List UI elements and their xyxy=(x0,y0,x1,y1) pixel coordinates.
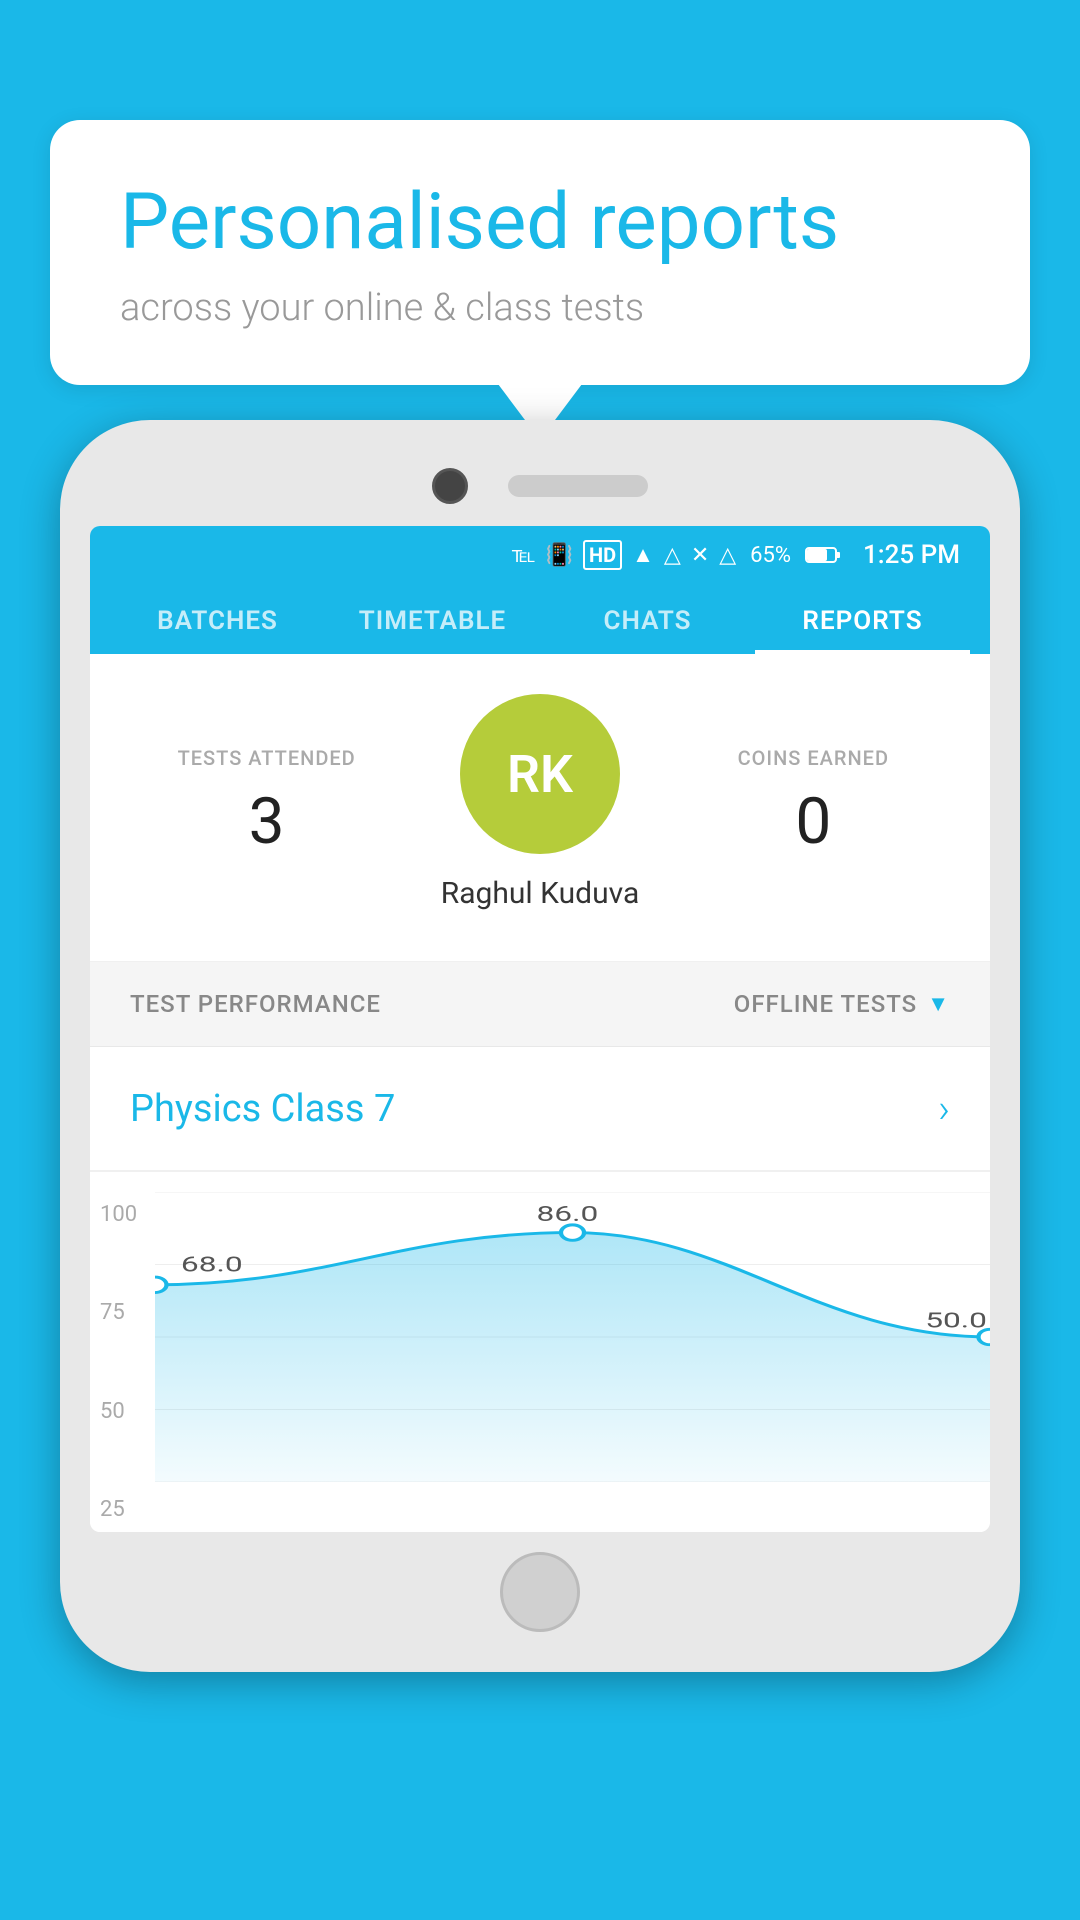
battery-percent: 65% xyxy=(750,543,791,568)
chart-inner: 100 75 50 25 xyxy=(90,1192,990,1532)
bubble-subtitle: across your online & class tests xyxy=(120,286,960,330)
tests-attended-block: TESTS ATTENDED 3 xyxy=(130,746,403,859)
hd-icon: HD xyxy=(583,540,622,570)
avatar: RK xyxy=(460,694,620,854)
signal2-icon: △ xyxy=(719,543,736,568)
data-label-2: 86.0 xyxy=(537,1201,599,1226)
bluetooth-icon: ℡ xyxy=(512,543,536,568)
tab-timetable[interactable]: TIMETABLE xyxy=(325,584,540,654)
avatar-initials: RK xyxy=(507,744,573,805)
phone-outer: ℡ 📳 HD ▲ △ ✕ △ 65% 1:25 PM BATCHE xyxy=(60,420,1020,1672)
tab-batches[interactable]: BATCHES xyxy=(110,584,325,654)
vibrate-icon: 📳 xyxy=(546,543,573,568)
phone-bottom-bar xyxy=(90,1532,990,1642)
status-bar: ℡ 📳 HD ▲ △ ✕ △ 65% 1:25 PM xyxy=(90,526,990,584)
y-label-75: 75 xyxy=(100,1300,137,1325)
nav-tabs: BATCHES TIMETABLE CHATS REPORTS xyxy=(90,584,990,654)
data-point-2 xyxy=(561,1225,584,1240)
status-icons: ℡ 📳 HD ▲ △ ✕ △ xyxy=(512,540,736,570)
chevron-right-icon: › xyxy=(938,1085,950,1132)
phone-top-bar xyxy=(90,450,990,526)
chevron-down-icon: ▼ xyxy=(927,991,950,1017)
line-chart: 68.0 86.0 50.0 xyxy=(155,1192,990,1482)
chart-area: 100 75 50 25 xyxy=(90,1172,990,1532)
avatar-block: RK Raghul Kuduva xyxy=(403,694,676,911)
status-time: 1:25 PM xyxy=(863,540,960,570)
offline-filter-label: OFFLINE TESTS xyxy=(734,990,917,1018)
coins-earned-value: 0 xyxy=(677,784,950,859)
y-label-50: 50 xyxy=(100,1399,137,1424)
y-label-25: 25 xyxy=(100,1497,137,1522)
y-axis-labels: 100 75 50 25 xyxy=(90,1192,147,1532)
phone-screen: ℡ 📳 HD ▲ △ ✕ △ 65% 1:25 PM BATCHE xyxy=(90,526,990,1532)
y-label-100: 100 xyxy=(100,1202,137,1227)
cross-icon: ✕ xyxy=(691,543,709,568)
tab-reports[interactable]: REPORTS xyxy=(755,584,970,654)
user-name: Raghul Kuduva xyxy=(441,876,640,911)
home-button[interactable] xyxy=(500,1552,580,1632)
phone-speaker xyxy=(508,475,648,497)
tab-chats[interactable]: CHATS xyxy=(540,584,755,654)
phone-camera xyxy=(432,468,468,504)
performance-label: TEST PERFORMANCE xyxy=(130,990,381,1018)
offline-filter[interactable]: OFFLINE TESTS ▼ xyxy=(734,990,950,1018)
wifi-icon: ▲ xyxy=(632,542,654,568)
coins-earned-block: COINS EARNED 0 xyxy=(677,746,950,859)
tests-attended-label: TESTS ATTENDED xyxy=(130,746,403,770)
data-point-1 xyxy=(155,1277,167,1292)
class-name: Physics Class 7 xyxy=(130,1087,395,1131)
tests-attended-value: 3 xyxy=(130,784,403,859)
speech-bubble: Personalised reports across your online … xyxy=(50,120,1030,385)
coins-earned-label: COINS EARNED xyxy=(677,746,950,770)
battery-icon xyxy=(805,545,841,565)
data-label-3: 50.0 xyxy=(925,1308,987,1333)
physics-class-row[interactable]: Physics Class 7 › xyxy=(90,1047,990,1172)
performance-header: TEST PERFORMANCE OFFLINE TESTS ▼ xyxy=(90,962,990,1047)
profile-section: TESTS ATTENDED 3 RK Raghul Kuduva COINS … xyxy=(90,654,990,962)
bubble-title: Personalised reports xyxy=(120,180,960,266)
data-label-1: 68.0 xyxy=(181,1252,243,1277)
signal-icon: △ xyxy=(664,543,681,568)
phone-device: ℡ 📳 HD ▲ △ ✕ △ 65% 1:25 PM BATCHE xyxy=(60,420,1020,1920)
